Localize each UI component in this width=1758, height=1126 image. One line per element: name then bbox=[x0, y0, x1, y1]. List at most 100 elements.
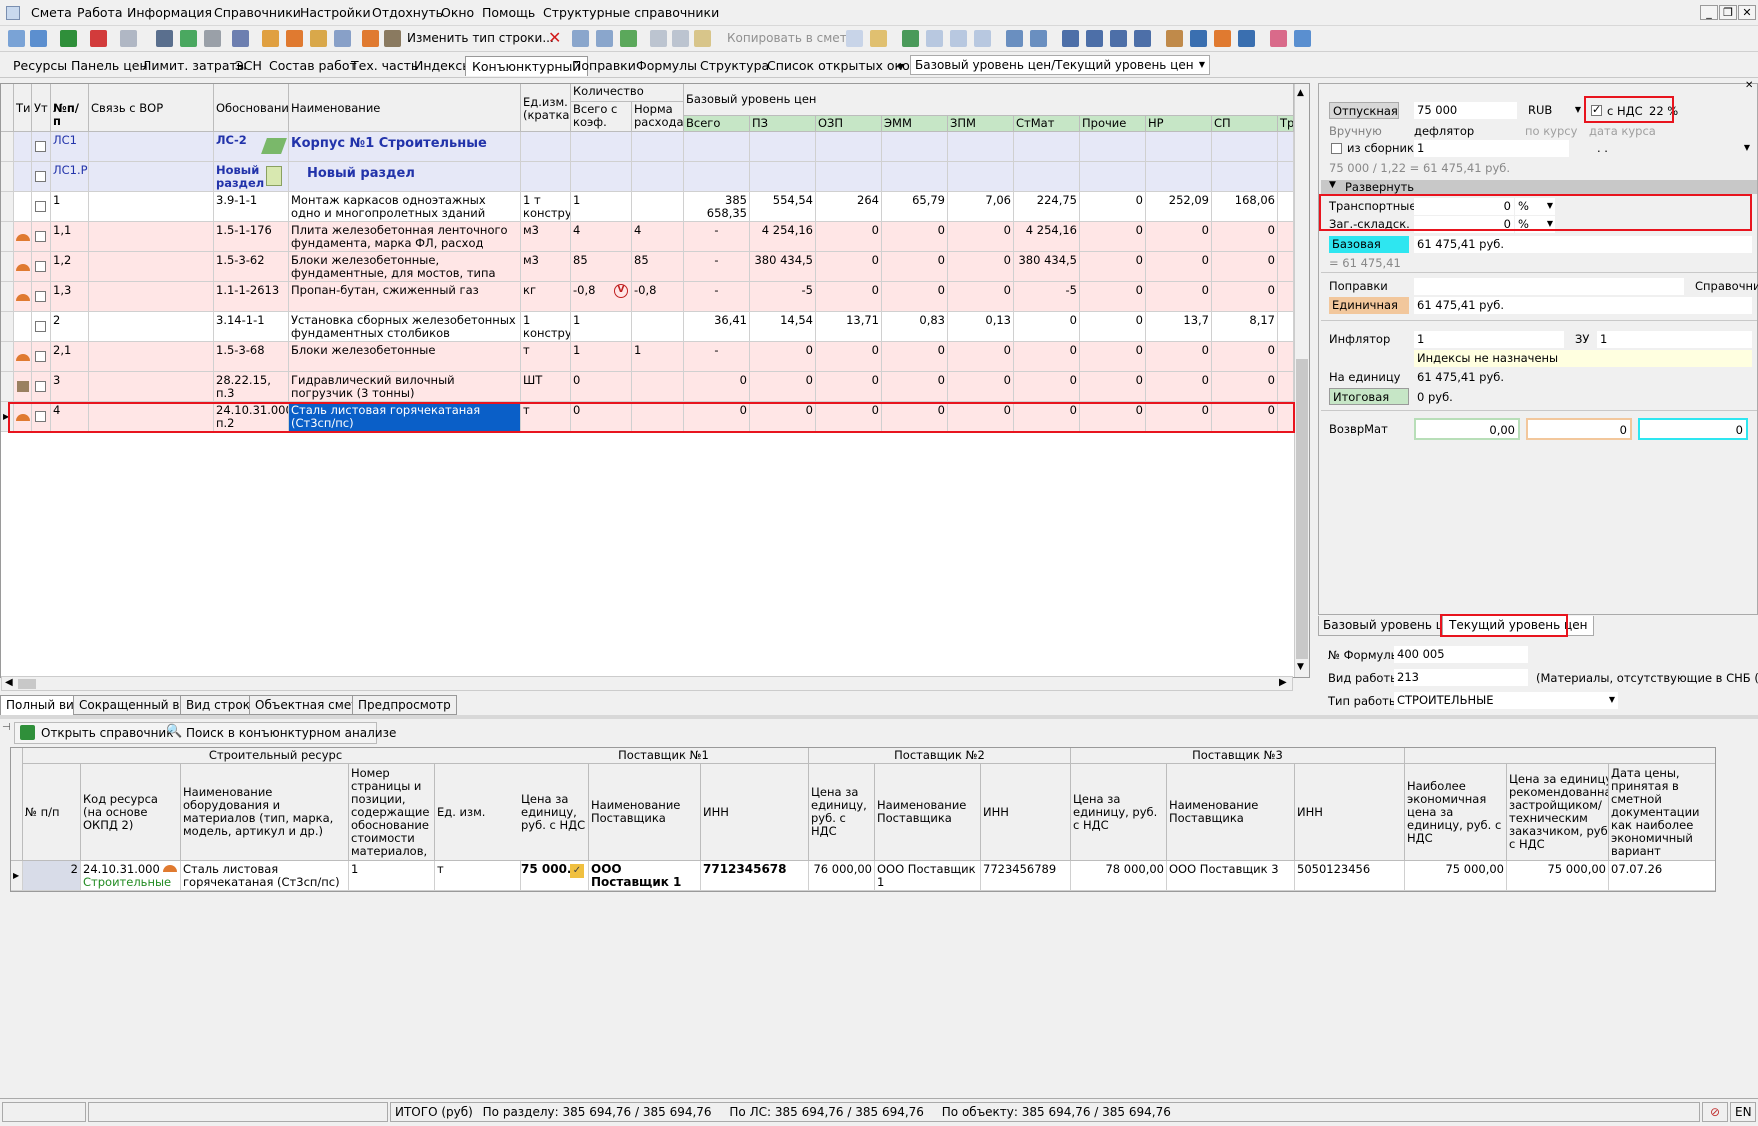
row-ut-cell[interactable] bbox=[32, 162, 51, 192]
brow-unit[interactable]: т bbox=[435, 861, 521, 891]
row-value[interactable]: 36,41 bbox=[684, 312, 750, 342]
row-checkbox[interactable] bbox=[35, 381, 46, 392]
scroll-down-icon[interactable]: ▼ bbox=[1297, 662, 1304, 672]
row-basis[interactable]: 3.14-1-1 bbox=[214, 312, 289, 342]
refresh-icon[interactable] bbox=[180, 30, 197, 47]
truck-icon[interactable] bbox=[1190, 30, 1207, 47]
row-value[interactable]: -5 bbox=[1014, 282, 1080, 312]
row-value[interactable]: -5 bbox=[750, 282, 816, 312]
row-qty-norm[interactable] bbox=[632, 132, 684, 162]
row-value[interactable]: 4 254,16 bbox=[750, 222, 816, 252]
col-vor[interactable]: Связь с ВОР bbox=[89, 84, 214, 132]
row-value[interactable]: 0 bbox=[948, 342, 1014, 372]
row-indicator[interactable] bbox=[1, 372, 14, 402]
row-qty-total[interactable] bbox=[571, 162, 632, 192]
col-unit[interactable]: Ед.изм. (краткая) bbox=[521, 84, 571, 132]
brow-s1[interactable]: ООО Поставщик 1 bbox=[589, 861, 701, 891]
row-tr[interactable] bbox=[1278, 252, 1294, 282]
col-qty-total[interactable]: Всего с коэф. bbox=[571, 102, 632, 132]
deflator-label[interactable]: дефлятор bbox=[1414, 124, 1474, 138]
align-icon[interactable] bbox=[1110, 30, 1127, 47]
brow-rec[interactable]: 75 000,00 bbox=[1507, 861, 1609, 891]
row-name[interactable]: Новый раздел bbox=[289, 162, 521, 192]
menu-info[interactable]: Информация bbox=[127, 5, 212, 20]
row-ut-cell[interactable] bbox=[32, 342, 51, 372]
row-checkbox[interactable] bbox=[35, 291, 46, 302]
hammer-icon[interactable] bbox=[1166, 30, 1183, 47]
row-qty-total[interactable]: 4 bbox=[571, 222, 632, 252]
row-value[interactable]: 65,79 bbox=[882, 192, 948, 222]
material-icon[interactable] bbox=[1214, 30, 1231, 47]
outdent-icon[interactable] bbox=[1086, 30, 1103, 47]
row-value[interactable] bbox=[1080, 162, 1146, 192]
menu-rabota[interactable]: Работа bbox=[77, 5, 123, 20]
brow-eco[interactable]: 75 000,00 bbox=[1405, 861, 1507, 891]
bgrid-col-15[interactable]: Цена за единицу, рекомендованная застрой… bbox=[1507, 764, 1609, 861]
row-value[interactable]: 0 bbox=[882, 282, 948, 312]
align2-icon[interactable] bbox=[1134, 30, 1151, 47]
col-sp[interactable]: СП bbox=[1212, 116, 1278, 132]
row-indicator[interactable] bbox=[1, 192, 14, 222]
row-value[interactable]: - bbox=[684, 252, 750, 282]
row-value[interactable]: 0 bbox=[1080, 282, 1146, 312]
row-value[interactable]: 0 bbox=[882, 252, 948, 282]
row-value[interactable]: - bbox=[684, 342, 750, 372]
zu-input[interactable]: 1 bbox=[1597, 331, 1752, 348]
row-npp[interactable]: 2,1 bbox=[51, 342, 89, 372]
delete-icon[interactable]: ✕ bbox=[548, 30, 561, 46]
bgrid-col-14[interactable]: Наиболее экономичная цена за единицу, ру… bbox=[1405, 764, 1507, 861]
work-kind-input[interactable]: 213 bbox=[1394, 669, 1528, 686]
row-tr[interactable] bbox=[1278, 282, 1294, 312]
row-basis[interactable]: 3.9-1-1 bbox=[214, 192, 289, 222]
row-qty-norm[interactable] bbox=[632, 162, 684, 192]
col-emm[interactable]: ЭММ bbox=[882, 116, 948, 132]
link-icon[interactable] bbox=[334, 30, 351, 47]
row-indicator[interactable] bbox=[1, 162, 14, 192]
menu-struct[interactable]: Структурные справочники bbox=[543, 5, 719, 20]
expand-bar[interactable]: ▼ Развернуть bbox=[1321, 180, 1757, 194]
tab-resources[interactable]: Ресурсы bbox=[7, 56, 73, 76]
col-pz[interactable]: ПЗ bbox=[750, 116, 816, 132]
bgrid-col-9[interactable]: Наименование Поставщика bbox=[875, 764, 981, 861]
menu-otdohnut[interactable]: Отдохнуть bbox=[372, 5, 443, 20]
book-icon[interactable] bbox=[902, 30, 919, 47]
bgrid-col-5[interactable]: Цена за единицу, руб. с НДС bbox=[519, 764, 589, 861]
row-indicator[interactable] bbox=[1, 222, 14, 252]
col-stmat[interactable]: СтМат bbox=[1014, 116, 1080, 132]
from-collection-checkbox[interactable] bbox=[1331, 143, 1342, 154]
row-basis[interactable]: 1.5-1-176 bbox=[214, 222, 289, 252]
col-npp[interactable]: №п/п bbox=[51, 84, 89, 132]
row-checkbox[interactable] bbox=[35, 141, 46, 152]
currency-select[interactable]: RUB ▼ bbox=[1525, 102, 1583, 119]
bgrid-col-12[interactable]: Наименование Поставщика bbox=[1167, 764, 1295, 861]
row-name[interactable]: Блоки железобетонные bbox=[289, 342, 521, 372]
row-value[interactable]: 0 bbox=[882, 372, 948, 402]
bgrid-col-1[interactable]: Код ресурса (на основе ОКПД 2) bbox=[81, 764, 181, 861]
row-value[interactable]: 0 bbox=[882, 222, 948, 252]
brow-s3[interactable]: ООО Поставщик 3 bbox=[1167, 861, 1295, 891]
inflator-input[interactable]: 1 bbox=[1414, 331, 1564, 348]
pin-icon[interactable]: ⊣ bbox=[2, 722, 11, 733]
row-qty-norm[interactable] bbox=[632, 192, 684, 222]
row-indicator[interactable] bbox=[1, 252, 14, 282]
row-value[interactable] bbox=[1212, 162, 1278, 192]
row-qty-norm[interactable] bbox=[632, 312, 684, 342]
row-unit[interactable]: ШТ bbox=[521, 372, 571, 402]
row-name[interactable]: Гидравлический вилочный погрузчик (3 тон… bbox=[289, 372, 521, 402]
row-value[interactable]: 0 bbox=[1080, 342, 1146, 372]
col-basis[interactable]: Обоснование bbox=[214, 84, 289, 132]
page2-icon[interactable] bbox=[950, 30, 967, 47]
copy-rows-icon[interactable] bbox=[572, 30, 589, 47]
row-value[interactable] bbox=[1014, 132, 1080, 162]
row-vor[interactable] bbox=[89, 162, 214, 192]
row-unit[interactable]: т bbox=[521, 342, 571, 372]
bgrid-col-8[interactable]: Цена за единицу, руб. с НДС bbox=[809, 764, 875, 861]
row-qty-total[interactable]: 85 bbox=[571, 252, 632, 282]
row-qty-total[interactable]: 0 bbox=[571, 372, 632, 402]
row-value[interactable]: 385 658,35 bbox=[684, 192, 750, 222]
row-ut-cell[interactable] bbox=[32, 192, 51, 222]
row-value[interactable]: 0 bbox=[1014, 372, 1080, 402]
row-value[interactable] bbox=[882, 132, 948, 162]
row-tr[interactable] bbox=[1278, 132, 1294, 162]
row-value[interactable]: 0 bbox=[1146, 222, 1212, 252]
